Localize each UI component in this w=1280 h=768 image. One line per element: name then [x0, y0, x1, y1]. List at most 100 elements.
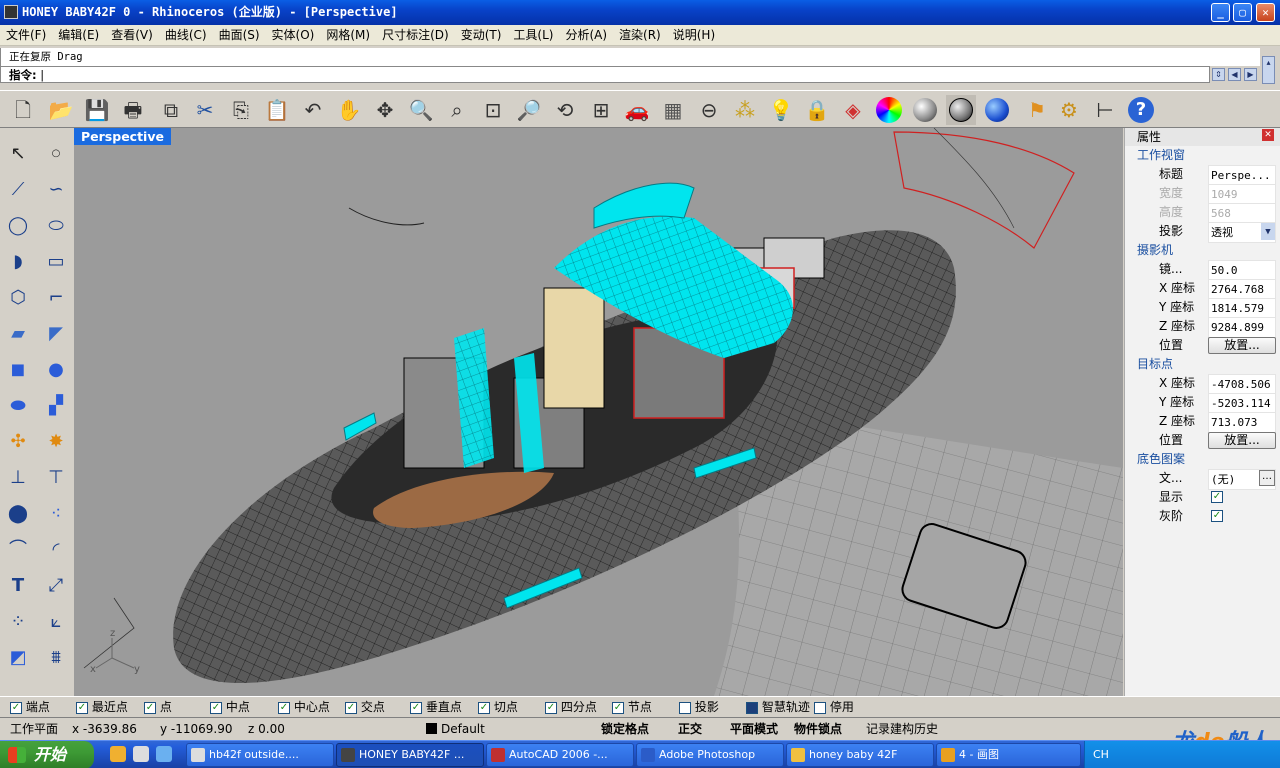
cplane-label[interactable]: 工作平面 [10, 722, 58, 736]
osnap-end-checkbox[interactable]: ✓ [10, 701, 22, 714]
save-icon[interactable]: 💾 [82, 95, 112, 125]
record-history-toggle[interactable]: 记录建构历史 [866, 722, 938, 736]
grid-icon[interactable]: ▦ [658, 95, 688, 125]
osnap-perp[interactable]: ✓ 垂直点 [410, 700, 462, 714]
task-photoshop[interactable]: Adobe Photoshop [636, 743, 784, 767]
open-icon[interactable]: 📂 [46, 95, 76, 125]
task-folder[interactable]: honey baby 42F [786, 743, 934, 767]
minimize-button[interactable]: _ [1211, 3, 1230, 22]
offset-icon[interactable]: ⌒ [4, 536, 32, 564]
light-icon[interactable]: 💡 [766, 95, 796, 125]
menu-edit[interactable]: 编辑(E) [52, 25, 105, 46]
osnap-disable-checkbox[interactable] [814, 701, 826, 714]
drape-icon[interactable]: ⩩ [42, 644, 70, 672]
title-field[interactable]: Perspe... [1208, 165, 1276, 186]
input-language[interactable]: CH [1093, 748, 1109, 761]
lock-icon[interactable]: 🔒 [802, 95, 832, 125]
scrollbar[interactable]: ▴ [1262, 56, 1275, 84]
osnap-intersection[interactable]: ✓ 交点 [345, 700, 385, 714]
rectangle-icon[interactable]: ▭ [42, 248, 70, 276]
task-rhino[interactable]: HONEY BABY42F ... [336, 743, 484, 767]
fillet-icon[interactable]: ⌐ [42, 284, 70, 312]
osnap-smarttrack-checkbox[interactable] [746, 701, 758, 714]
target-y-field[interactable]: -5203.114 [1208, 393, 1276, 414]
arc-icon[interactable]: ◗ [4, 248, 32, 276]
menu-render[interactable]: 渲染(R) [613, 25, 667, 46]
target-z-field[interactable]: 713.073 [1208, 412, 1276, 433]
shaded-sphere-icon[interactable] [910, 95, 940, 125]
osnap-intersection-checkbox[interactable]: ✓ [345, 701, 357, 714]
surface-icon[interactable]: ▰ [4, 320, 32, 348]
point-icon[interactable]: ○ [42, 140, 70, 168]
flag-icon[interactable]: ⚑ [1022, 95, 1052, 125]
boolean-icon[interactable]: ⁖ [42, 500, 70, 528]
import-icon[interactable]: ⧉ [156, 95, 186, 125]
target-place-button[interactable]: 放置... [1208, 432, 1276, 449]
menu-tools[interactable]: 工具(L) [507, 25, 559, 46]
circle-icon[interactable]: ◯ [4, 212, 32, 240]
points-icon[interactable]: ⁂ [730, 95, 760, 125]
history-scroll-icon[interactable]: ⇕ [1212, 68, 1225, 81]
cylinder-icon[interactable]: ⬬ [4, 392, 32, 420]
car-icon[interactable]: 🚗 [622, 95, 652, 125]
command-prompt[interactable]: 指令: | [0, 66, 1210, 83]
sphere-icon[interactable]: ● [42, 356, 70, 384]
osnap-project[interactable]: 投影 [679, 700, 719, 714]
camera-place-button[interactable]: 放置... [1208, 337, 1276, 354]
zoom-extents-icon[interactable]: ⊡ [478, 95, 508, 125]
layer-name[interactable]: Default [441, 722, 485, 736]
viewport-tab[interactable]: Perspective [74, 128, 171, 145]
trim-icon[interactable]: ⊥ [4, 464, 32, 492]
close-panel-icon[interactable]: ✕ [1262, 129, 1274, 141]
osnap-mid-checkbox[interactable]: ✓ [210, 701, 222, 714]
maximize-button[interactable]: ▢ [1233, 3, 1252, 22]
menu-surface[interactable]: 曲面(S) [213, 25, 266, 46]
start-button[interactable]: 开始 [0, 741, 94, 768]
puzzle-icon[interactable]: ✣ [4, 428, 32, 456]
task-hb42f[interactable]: hb42f outside.... [186, 743, 334, 767]
new-icon[interactable]: 🗋 [8, 95, 38, 125]
dimension-icon[interactable]: ⊢ [1090, 95, 1120, 125]
ortho-toggle[interactable]: 正交 [678, 722, 702, 736]
select-arrow-icon[interactable]: ↖ [4, 140, 32, 168]
extrude-surface-icon[interactable]: ◤ [42, 320, 70, 348]
osnap-smarttrack[interactable]: 智慧轨迹 [746, 700, 810, 714]
print-icon[interactable]: 🖶 [118, 95, 148, 125]
box-icon[interactable]: ◼ [4, 356, 32, 384]
osnap-disable[interactable]: 停用 [814, 700, 854, 714]
osnap-mid[interactable]: ✓ 中点 [210, 700, 250, 714]
close-button[interactable]: ✕ [1256, 3, 1275, 22]
osnap-quad-checkbox[interactable]: ✓ [545, 701, 557, 714]
task-paint[interactable]: 4 - 画图 [936, 743, 1081, 767]
text-icon[interactable]: T [4, 572, 32, 600]
menu-mesh[interactable]: 网格(M) [320, 25, 376, 46]
undo-icon[interactable]: ↶ [298, 95, 328, 125]
gear-icon[interactable]: ⚙ [1054, 95, 1084, 125]
blend-icon[interactable]: ◜ [42, 536, 70, 564]
planar-toggle[interactable]: 平面模式 [730, 722, 778, 736]
polyline-icon[interactable]: ⟋ [4, 176, 32, 204]
quicklaunch-icon-3[interactable] [156, 746, 172, 762]
browse-button[interactable]: … [1259, 470, 1275, 486]
osnap-center-checkbox[interactable]: ✓ [278, 701, 290, 714]
menu-view[interactable]: 查看(V) [105, 25, 159, 46]
undo-view-icon[interactable]: ⟲ [550, 95, 580, 125]
target-x-field[interactable]: -4708.506 [1208, 374, 1276, 395]
four-viewports-icon[interactable]: ⊞ [586, 95, 616, 125]
quicklaunch-icon-1[interactable] [110, 746, 126, 762]
mesh-icon[interactable]: ▞ [42, 392, 70, 420]
osnap-point[interactable]: ✓ 点 [144, 700, 172, 714]
menu-help[interactable]: 说明(H) [667, 25, 721, 46]
camera-z-field[interactable]: 9284.899 [1208, 317, 1276, 338]
explode-icon[interactable]: ✸ [42, 428, 70, 456]
task-autocad[interactable]: AutoCAD 2006 -... [486, 743, 634, 767]
osnap-perp-checkbox[interactable]: ✓ [410, 701, 422, 714]
osnap-center[interactable]: ✓ 中心点 [278, 700, 330, 714]
menu-analyze[interactable]: 分析(A) [559, 25, 613, 46]
osnap-quad[interactable]: ✓ 四分点 [545, 700, 597, 714]
menu-solid[interactable]: 实体(O) [266, 25, 321, 46]
osnap-end[interactable]: ✓ 端点 [10, 700, 50, 714]
ellipse-icon[interactable]: ⬭ [42, 212, 70, 240]
quicklaunch-icon-2[interactable] [133, 746, 149, 762]
menu-dimension[interactable]: 尺寸标注(D) [376, 25, 455, 46]
